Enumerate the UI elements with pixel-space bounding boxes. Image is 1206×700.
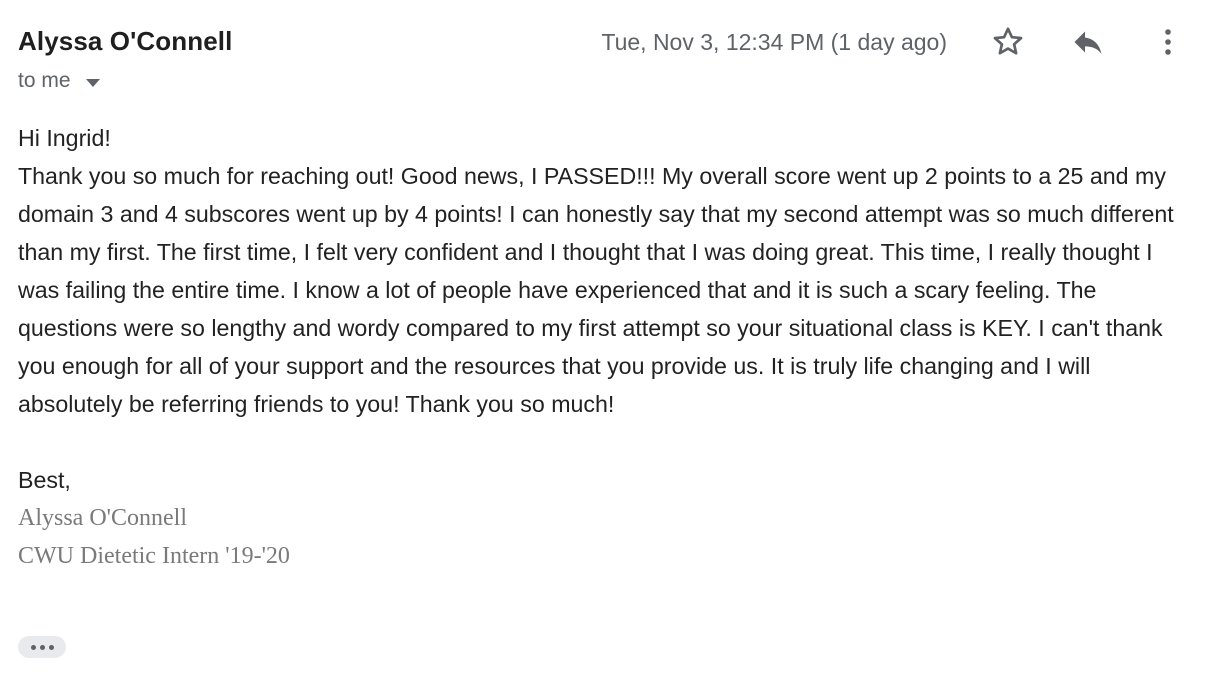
more-options-button[interactable] (1148, 22, 1188, 62)
recipient-label: to me (18, 69, 71, 92)
ellipsis-dot (30, 644, 36, 650)
recipient-details-toggle[interactable]: to me (18, 68, 101, 94)
signature-name: Alyssa O'Connell (18, 505, 187, 531)
greeting-line: Hi Ingrid! (18, 125, 111, 151)
ellipsis-dot (48, 644, 54, 650)
more-vert-icon (1156, 24, 1180, 60)
star-button[interactable] (988, 22, 1028, 62)
closing-line: Best, (18, 467, 71, 493)
show-trimmed-content-button[interactable] (18, 636, 66, 658)
caret-down-icon (85, 70, 101, 94)
ellipsis-dot (39, 644, 45, 650)
message-paragraph: Thank you so much for reaching out! Good… (18, 163, 1174, 417)
message-timestamp[interactable]: Tue, Nov 3, 12:34 PM (1 day ago) (601, 29, 947, 56)
reply-icon (1070, 24, 1106, 60)
message-body: Hi Ingrid! Thank you so much for reachin… (18, 119, 1198, 575)
sender-name[interactable]: Alyssa O'Connell (18, 26, 232, 57)
signature-title: CWU Dietetic Intern '19-'20 (18, 543, 290, 569)
star-outline-icon (990, 24, 1026, 60)
reply-button[interactable] (1068, 22, 1108, 62)
